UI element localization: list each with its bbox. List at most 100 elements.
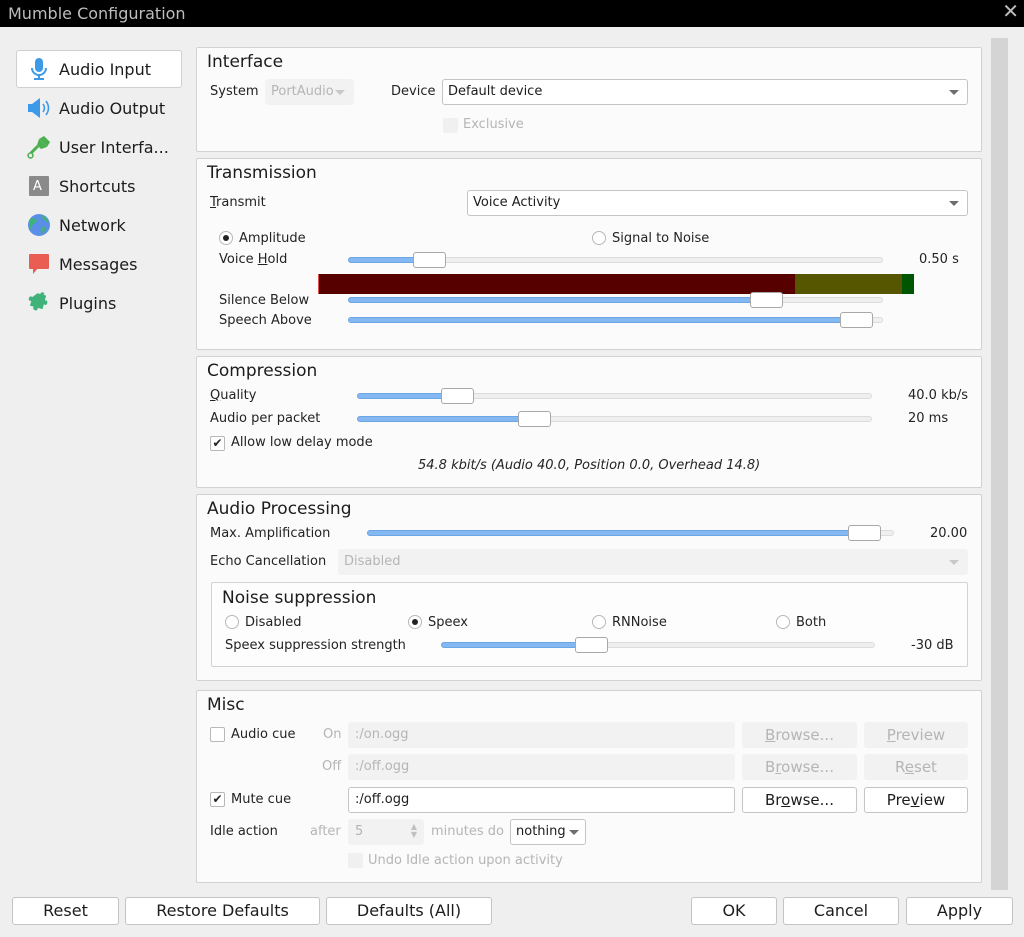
off-reset-button[interactable]: Reset — [864, 754, 968, 780]
system-select[interactable]: PortAudio — [265, 79, 354, 105]
after-label: after — [310, 824, 341, 839]
echo-cancellation-label: Echo Cancellation — [210, 554, 327, 569]
noise-both-radio[interactable] — [776, 615, 790, 629]
slider-handle[interactable] — [750, 292, 783, 308]
off-label: Off — [322, 759, 342, 774]
device-value: Default device — [448, 84, 543, 99]
on-preview-button[interactable]: Preview — [864, 722, 968, 748]
sidebar-item-user-interface[interactable]: User Interfa... — [16, 128, 182, 166]
mute-cue-input[interactable]: :/off.ogg — [348, 787, 735, 813]
compression-group: Compression Quality 40.0 kb/s Audio per … — [196, 356, 982, 488]
silence-below-slider[interactable] — [348, 291, 883, 309]
system-label: System — [210, 84, 259, 99]
mute-browse-button[interactable]: Browse... — [742, 787, 857, 813]
idle-action-select[interactable]: nothing — [510, 819, 586, 845]
slider-handle[interactable] — [575, 637, 608, 653]
mute-cue-label: Mute cue — [231, 792, 292, 807]
speech-bubble-icon — [27, 252, 51, 276]
transmit-label-rest: ransmit — [216, 195, 266, 210]
on-browse-button[interactable]: Browse... — [742, 722, 857, 748]
noise-rnnoise-label: RNNoise — [612, 615, 667, 630]
slider-handle[interactable] — [441, 388, 474, 404]
voice-hold-value: 0.50 s — [919, 252, 959, 267]
slider-handle[interactable] — [518, 411, 551, 427]
quality-value: 40.0 kb/s — [908, 388, 969, 403]
speex-strength-slider[interactable] — [441, 636, 875, 654]
max-amplification-slider[interactable] — [367, 524, 894, 542]
reset-button[interactable]: Reset — [12, 897, 119, 925]
max-amplification-value: 20.00 — [930, 526, 968, 541]
amplitude-radio[interactable] — [219, 231, 233, 245]
ok-button[interactable]: OK — [691, 897, 777, 925]
restore-defaults-button[interactable]: Restore Defaults — [125, 897, 320, 925]
signal-to-noise-radio[interactable] — [592, 231, 606, 245]
max-amplification-label: Max. Amplification — [210, 526, 331, 541]
audio-processing-group: Audio Processing Max. Amplification 20.0… — [196, 494, 982, 681]
spin-arrows-icon[interactable]: ▲ ▼ — [411, 823, 417, 839]
transmission-title: Transmission — [207, 163, 317, 183]
sidebar-item-shortcuts[interactable]: A Shortcuts — [16, 167, 182, 205]
slider-handle[interactable] — [840, 312, 873, 328]
noise-speex-radio[interactable] — [408, 615, 422, 629]
signal-to-noise-label: Signal to Noise — [612, 231, 710, 246]
device-select[interactable]: Default device — [442, 79, 968, 105]
noise-rnnoise-radio[interactable] — [592, 615, 606, 629]
quality-slider[interactable] — [357, 387, 872, 405]
sidebar: Audio Input Audio Output User Interfa...… — [16, 50, 182, 323]
defaults-all-button[interactable]: Defaults (All) — [326, 897, 492, 925]
transmit-select[interactable]: Voice Activity — [467, 190, 968, 216]
scrollbar[interactable] — [991, 38, 1008, 890]
off-sound-input[interactable]: :/off.ogg — [348, 754, 735, 780]
level-meter-green — [902, 274, 914, 294]
speaker-icon — [27, 96, 51, 120]
amplitude-label: Amplitude — [239, 231, 306, 246]
noise-both-label: Both — [796, 615, 827, 630]
noise-disabled-label: Disabled — [245, 615, 302, 630]
noise-suppression-title: Noise suppression — [222, 588, 377, 608]
audio-per-packet-slider[interactable] — [357, 410, 872, 428]
exclusive-checkbox[interactable] — [443, 118, 458, 133]
speex-strength-value: -30 dB — [911, 638, 954, 653]
idle-action-value: nothing — [516, 824, 566, 839]
sidebar-item-label: Shortcuts — [59, 176, 136, 196]
compression-title: Compression — [207, 361, 318, 381]
apply-button[interactable]: Apply — [906, 897, 1013, 925]
slider-fill — [441, 642, 592, 648]
speech-above-slider[interactable] — [348, 311, 883, 329]
slider-handle[interactable] — [413, 252, 446, 268]
off-browse-button[interactable]: Browse... — [742, 754, 857, 780]
voice-hold-slider[interactable] — [348, 251, 883, 269]
close-icon[interactable]: ✕ — [1002, 1, 1019, 21]
sidebar-item-messages[interactable]: Messages — [16, 245, 182, 283]
cancel-button[interactable]: Cancel — [783, 897, 899, 925]
sidebar-item-network[interactable]: Network — [16, 206, 182, 244]
sidebar-item-audio-input[interactable]: Audio Input — [16, 50, 182, 88]
sidebar-item-plugins[interactable]: Plugins — [16, 284, 182, 322]
idle-minutes-spinbox[interactable]: 5 ▲ ▼ — [348, 819, 424, 845]
slider-fill — [367, 530, 865, 536]
sidebar-item-label: Audio Output — [59, 98, 166, 118]
echo-cancellation-value: Disabled — [344, 554, 401, 569]
audio-cue-checkbox[interactable] — [210, 727, 225, 742]
undo-idle-checkbox[interactable] — [348, 853, 363, 868]
on-sound-input[interactable]: :/on.ogg — [348, 722, 735, 748]
window-title: Mumble Configuration — [8, 4, 186, 23]
paintbrush-icon — [27, 135, 51, 159]
quality-label: Quality — [210, 388, 257, 403]
low-delay-checkbox[interactable]: ✔ — [210, 436, 225, 451]
noise-disabled-radio[interactable] — [225, 615, 239, 629]
mute-preview-button[interactable]: Preview — [864, 787, 968, 813]
speech-above-label: Speech Above — [219, 313, 312, 328]
mute-cue-checkbox[interactable]: ✔ — [210, 792, 225, 807]
sidebar-item-label: Audio Input — [59, 59, 151, 79]
sidebar-item-label: Plugins — [59, 293, 117, 313]
sidebar-item-audio-output[interactable]: Audio Output — [16, 89, 182, 127]
slider-handle[interactable] — [848, 525, 881, 541]
echo-cancellation-select[interactable]: Disabled — [338, 549, 968, 575]
bitrate-summary: 54.8 kbit/s (Audio 40.0, Position 0.0, O… — [418, 458, 761, 473]
chevron-down-icon — [949, 201, 959, 206]
misc-group: Misc Audio cue On :/on.ogg Browse... Pre… — [196, 690, 982, 883]
keyboard-key-icon: A — [27, 174, 51, 198]
noise-suppression-group: Noise suppression Disabled Speex RNNoise… — [211, 582, 968, 667]
transmit-value: Voice Activity — [473, 195, 561, 210]
